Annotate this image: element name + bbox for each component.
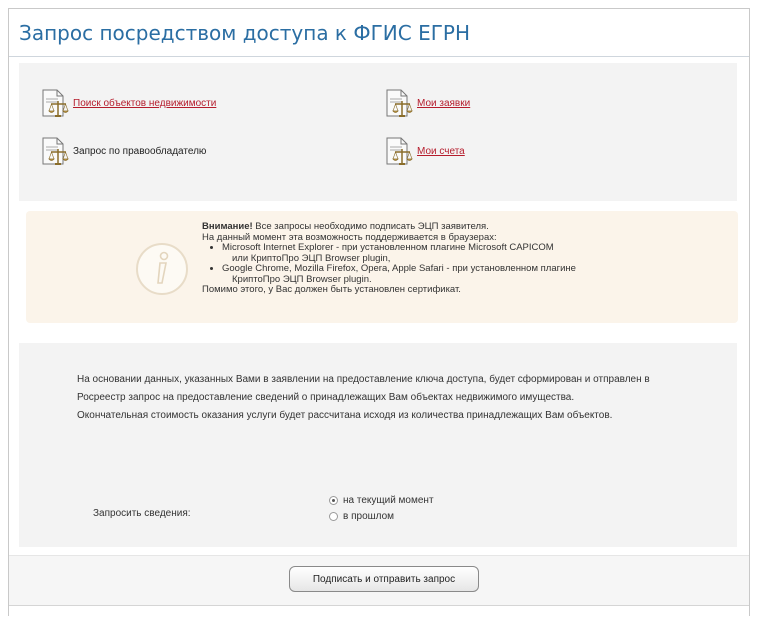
notice-line-last: Помимо этого, у Вас должен быть установл… <box>202 284 461 295</box>
radio-label[interactable]: в прошлом <box>343 511 394 522</box>
document-scales-icon <box>386 89 413 117</box>
radio-past[interactable]: в прошлом <box>329 511 394 522</box>
document-scales-icon <box>42 137 69 165</box>
page-title: Запрос посредством доступа к ФГИС ЕГРН <box>19 21 470 45</box>
actions-bar: Подписать и отправить запрос <box>9 555 749 606</box>
description-p2: Окончательная стоимость оказания услуги … <box>77 410 613 421</box>
document-scales-icon <box>42 89 69 117</box>
by-rightholder-label[interactable]: Запрос по правообладателю <box>73 146 206 157</box>
my-requests-item[interactable]: Мои заявки <box>383 87 470 119</box>
document-scales-icon <box>386 137 413 165</box>
notice-line1: Все запросы необходимо подписать ЭЦП зая… <box>252 221 489 232</box>
submit-button[interactable]: Подписать и отправить запрос <box>289 566 479 592</box>
list-item: Google Chrome, Mozilla Firefox, Opera, A… <box>222 263 722 285</box>
notice-text: Внимание! Все запросы необходимо подписа… <box>202 221 722 296</box>
my-invoices-link[interactable]: Мои счета <box>417 146 465 157</box>
footer-area <box>9 605 749 618</box>
details-panel: На основании данных, указанных Вами в за… <box>19 343 737 547</box>
info-icon <box>136 243 188 295</box>
browser-list: Microsoft Internet Explorer - при устано… <box>202 242 722 285</box>
my-requests-link[interactable]: Мои заявки <box>417 98 470 109</box>
radio-label[interactable]: на текущий момент <box>343 495 434 506</box>
page-frame: Запрос посредством доступа к ФГИС ЕГРН П… <box>8 8 750 618</box>
links-panel: Поиск объектов недвижимости Мои заявки З… <box>19 63 737 201</box>
radio-button[interactable] <box>329 512 338 521</box>
list-item: Microsoft Internet Explorer - при устано… <box>222 242 722 264</box>
search-objects-item[interactable]: Поиск объектов недвижимости <box>39 87 216 119</box>
radio-current[interactable]: на текущий момент <box>329 495 434 506</box>
description: На основании данных, указанных Вами в за… <box>77 371 687 425</box>
notice-bold: Внимание! <box>202 221 253 232</box>
description-p1: На основании данных, указанных Вами в за… <box>77 374 650 403</box>
my-invoices-item[interactable]: Мои счета <box>383 135 465 167</box>
search-objects-link[interactable]: Поиск объектов недвижимости <box>73 98 216 109</box>
radio-button-checked[interactable] <box>329 496 338 505</box>
notice-box: Внимание! Все запросы необходимо подписа… <box>26 211 738 323</box>
title-divider <box>9 56 749 57</box>
request-label: Запросить сведения: <box>93 508 191 519</box>
by-rightholder-item[interactable]: Запрос по правообладателю <box>39 135 206 167</box>
